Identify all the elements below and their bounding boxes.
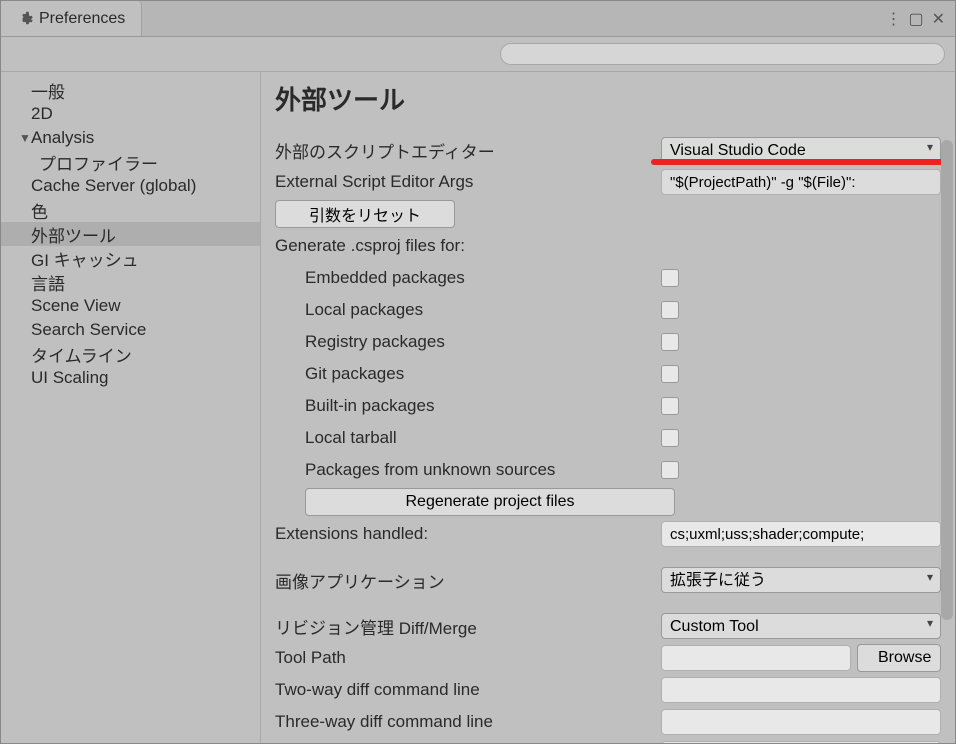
- sidebar-item-label: UI Scaling: [31, 368, 108, 388]
- row-csproj-local: Local packages: [275, 295, 941, 325]
- csproj-option-label: Local tarball: [275, 428, 661, 448]
- row-image-app: 画像アプリケーション 拡張子に従う: [275, 565, 941, 595]
- row-csproj-registry: Registry packages: [275, 327, 941, 357]
- tool-path-label: Tool Path: [275, 648, 661, 668]
- reset-args-button[interactable]: 引数をリセット: [275, 200, 455, 228]
- menu-dots-icon[interactable]: ⋮: [885, 9, 900, 29]
- sidebar-item-label: Search Service: [31, 320, 146, 340]
- sidebar-item-label: 色: [31, 198, 48, 223]
- csproj-unknown-checkbox[interactable]: [661, 461, 679, 479]
- csproj-option-label: Embedded packages: [275, 268, 661, 288]
- tab-preferences[interactable]: Preferences: [1, 1, 142, 36]
- row-csproj-embedded: Embedded packages: [275, 263, 941, 293]
- row-extensions: Extensions handled:: [275, 519, 941, 549]
- sidebar-item-external-tools[interactable]: 外部ツール: [1, 222, 260, 246]
- row-merge-args: Merge arguments: [275, 739, 941, 743]
- sidebar-item-timeline[interactable]: タイムライン: [1, 342, 260, 366]
- row-reset-args: 引数をリセット: [275, 199, 941, 229]
- search-input[interactable]: [500, 43, 945, 65]
- editor-args-input[interactable]: [661, 169, 941, 195]
- sidebar-item-search-service[interactable]: Search Service: [1, 318, 260, 342]
- close-icon[interactable]: ✕: [932, 9, 945, 29]
- scrollbar-thumb[interactable]: [941, 140, 953, 620]
- sidebar-item-label: 言語: [31, 270, 65, 295]
- row-csproj-builtin: Built-in packages: [275, 391, 941, 421]
- row-regenerate: Regenerate project files: [275, 487, 941, 517]
- csproj-git-checkbox[interactable]: [661, 365, 679, 383]
- search-wrap: [500, 43, 945, 65]
- sidebar-item-label: Cache Server (global): [31, 176, 196, 196]
- sidebar-item-label: Analysis: [31, 128, 94, 148]
- merge-args-input[interactable]: [661, 741, 941, 743]
- extensions-input[interactable]: [661, 521, 941, 547]
- body: 一般 2D ▼Analysis プロファイラー Cache Server (gl…: [1, 72, 955, 743]
- sidebar-item-label: 外部ツール: [31, 222, 116, 247]
- row-editor-args: External Script Editor Args: [275, 167, 941, 197]
- revision-label: リビジョン管理 Diff/Merge: [275, 614, 661, 639]
- csproj-tarball-checkbox[interactable]: [661, 429, 679, 447]
- sidebar-item-label: タイムライン: [31, 342, 132, 367]
- row-three-way: Three-way diff command line: [275, 707, 941, 737]
- chevron-down-icon: ▼: [19, 131, 29, 145]
- sidebar-item-color[interactable]: 色: [1, 198, 260, 222]
- sidebar-item-ui-scaling[interactable]: UI Scaling: [1, 366, 260, 390]
- tab-label: Preferences: [39, 10, 125, 28]
- sidebar-item-language[interactable]: 言語: [1, 270, 260, 294]
- row-two-way: Two-way diff command line: [275, 675, 941, 705]
- image-app-label: 画像アプリケーション: [275, 568, 661, 593]
- row-revision: リビジョン管理 Diff/Merge Custom Tool: [275, 611, 941, 641]
- three-way-label: Three-way diff command line: [275, 712, 661, 732]
- csproj-option-label: Git packages: [275, 364, 661, 384]
- sidebar-item-label: 一般: [31, 78, 65, 103]
- two-way-label: Two-way diff command line: [275, 680, 661, 700]
- row-csproj-unknown: Packages from unknown sources: [275, 455, 941, 485]
- maximize-icon[interactable]: ▢: [908, 9, 923, 29]
- sidebar-item-general[interactable]: 一般: [1, 78, 260, 102]
- csproj-local-checkbox[interactable]: [661, 301, 679, 319]
- script-editor-label: 外部のスクリプトエディター: [275, 138, 661, 163]
- editor-args-label: External Script Editor Args: [275, 172, 661, 192]
- page-title: 外部ツール: [275, 80, 941, 117]
- scrollbar-vertical[interactable]: [941, 140, 953, 712]
- row-csproj-git: Git packages: [275, 359, 941, 389]
- gear-icon: [17, 11, 33, 27]
- csproj-option-label: Packages from unknown sources: [275, 460, 661, 480]
- sidebar-item-label: プロファイラー: [39, 150, 158, 175]
- row-csproj-tarball: Local tarball: [275, 423, 941, 453]
- csproj-registry-checkbox[interactable]: [661, 333, 679, 351]
- generate-csproj-label: Generate .csproj files for:: [275, 236, 941, 256]
- three-way-input[interactable]: [661, 709, 941, 735]
- sidebar-item-analysis[interactable]: ▼Analysis: [1, 126, 260, 150]
- csproj-embedded-checkbox[interactable]: [661, 269, 679, 287]
- csproj-option-label: Built-in packages: [275, 396, 661, 416]
- row-script-editor: 外部のスクリプトエディター Visual Studio Code: [275, 135, 941, 165]
- row-tool-path: Tool Path Browse: [275, 643, 941, 673]
- sidebar-item-profiler[interactable]: プロファイラー: [1, 150, 260, 174]
- revision-dropdown[interactable]: Custom Tool: [661, 613, 941, 639]
- regenerate-button[interactable]: Regenerate project files: [305, 488, 675, 516]
- sidebar-item-scene-view[interactable]: Scene View: [1, 294, 260, 318]
- sidebar-item-label: GI キャッシュ: [31, 246, 139, 271]
- csproj-option-label: Local packages: [275, 300, 661, 320]
- sidebar: 一般 2D ▼Analysis プロファイラー Cache Server (gl…: [1, 72, 261, 743]
- script-editor-dropdown[interactable]: Visual Studio Code: [661, 137, 941, 163]
- image-app-dropdown[interactable]: 拡張子に従う: [661, 567, 941, 593]
- sidebar-item-2d[interactable]: 2D: [1, 102, 260, 126]
- two-way-input[interactable]: [661, 677, 941, 703]
- csproj-builtin-checkbox[interactable]: [661, 397, 679, 415]
- sidebar-item-label: 2D: [31, 104, 53, 124]
- tool-path-input[interactable]: [661, 645, 851, 671]
- search-bar: [1, 37, 955, 72]
- row-generate-label: Generate .csproj files for:: [275, 231, 941, 261]
- browse-button[interactable]: Browse: [857, 644, 941, 672]
- preferences-window: Preferences ⋮ ▢ ✕ 一般 2D ▼Analysis プロファイラ…: [0, 0, 956, 744]
- tab-bar: Preferences ⋮ ▢ ✕: [1, 1, 955, 37]
- main-panel: 外部ツール 外部のスクリプトエディター Visual Studio Code E…: [261, 72, 955, 743]
- sidebar-item-gi-cache[interactable]: GI キャッシュ: [1, 246, 260, 270]
- extensions-label: Extensions handled:: [275, 524, 661, 544]
- csproj-option-label: Registry packages: [275, 332, 661, 352]
- sidebar-item-cache-server[interactable]: Cache Server (global): [1, 174, 260, 198]
- sidebar-item-label: Scene View: [31, 296, 120, 316]
- window-controls: ⋮ ▢ ✕: [885, 9, 955, 29]
